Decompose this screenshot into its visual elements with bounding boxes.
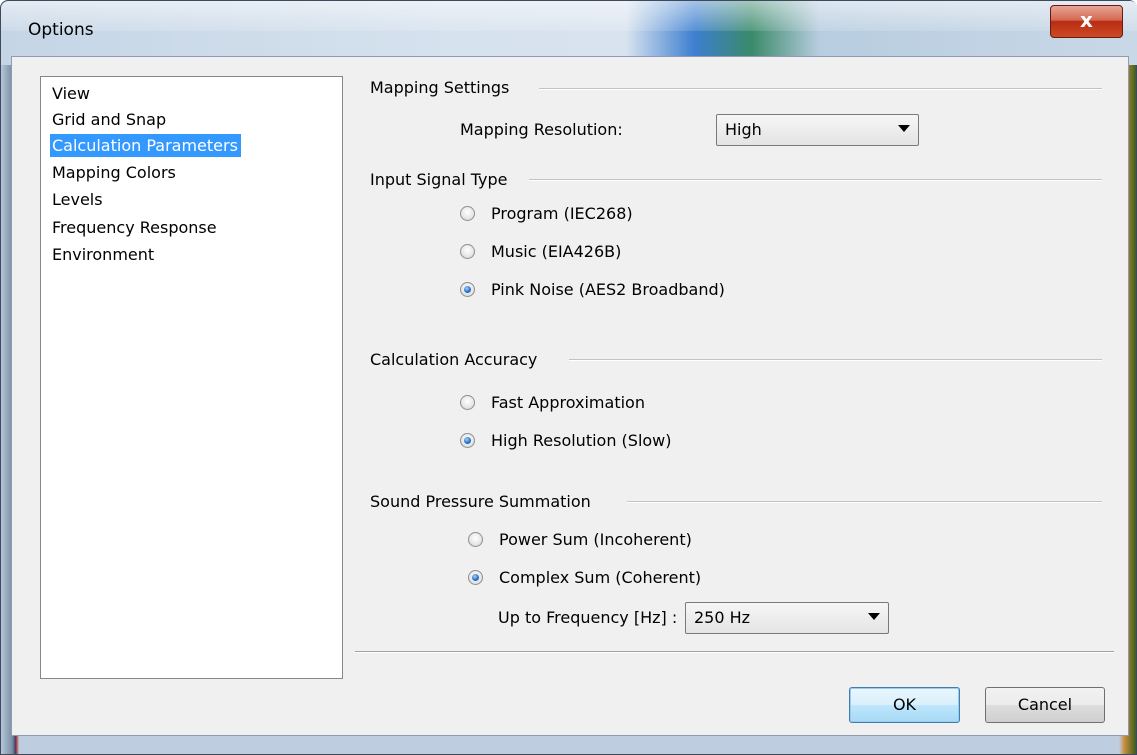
frequency-limit-label: Up to Frequency [Hz] : — [498, 608, 678, 627]
mapping-resolution-label: Mapping Resolution: — [460, 120, 623, 139]
content-bottom-divider — [355, 651, 1114, 653]
radio-label: High Resolution (Slow) — [491, 431, 672, 450]
sound-pressure-summation-divider — [627, 501, 1102, 503]
category-item-frequency-response[interactable]: Frequency Response — [50, 216, 220, 239]
chevron-down-icon — [868, 613, 880, 620]
calculation-accuracy-divider — [569, 359, 1102, 361]
radio-label: Fast Approximation — [491, 393, 645, 412]
input-signal-divider — [529, 179, 1102, 181]
calculation-accuracy-title: Calculation Accuracy — [370, 350, 538, 369]
radio-button-icon — [460, 244, 475, 259]
radio-label: Music (EIA426B) — [491, 242, 622, 261]
category-item-mapping-colors[interactable]: Mapping Colors — [50, 161, 179, 184]
radio-button-selected-icon — [460, 433, 475, 448]
close-icon: x — [1080, 8, 1093, 32]
sound-pressure-summation-title: Sound Pressure Summation — [370, 492, 591, 511]
radio-button-icon — [468, 532, 483, 547]
radio-button-selected-icon — [468, 570, 483, 585]
close-button[interactable]: x — [1050, 5, 1123, 38]
radio-label: Complex Sum (Coherent) — [499, 568, 702, 587]
frequency-limit-value: 250 Hz — [694, 608, 751, 627]
category-item-calculation-parameters[interactable]: Calculation Parameters — [50, 134, 241, 157]
mapping-settings-divider — [539, 88, 1102, 90]
radio-label: Power Sum (Incoherent) — [499, 530, 692, 549]
radio-button-icon — [460, 395, 475, 410]
cancel-button[interactable]: Cancel — [985, 687, 1105, 723]
window-title: Options — [28, 20, 94, 40]
category-item-environment[interactable]: Environment — [50, 243, 157, 266]
category-item-view[interactable]: View — [50, 82, 93, 105]
chevron-down-icon — [898, 125, 910, 132]
category-item-grid-and-snap[interactable]: Grid and Snap — [50, 108, 169, 131]
radio-button-icon — [460, 206, 475, 221]
mapping-resolution-select[interactable]: High — [716, 114, 919, 146]
dialog-client-area: View Grid and Snap Calculation Parameter… — [11, 56, 1129, 736]
radio-label: Pink Noise (AES2 Broadband) — [491, 280, 725, 299]
category-list[interactable]: View Grid and Snap Calculation Parameter… — [40, 76, 343, 679]
radio-label: Program (IEC268) — [491, 204, 633, 223]
ok-button[interactable]: OK — [849, 687, 960, 723]
mapping-resolution-value: High — [725, 120, 762, 139]
options-window: Options x View Grid and Snap Calculation… — [0, 0, 1137, 755]
category-item-levels[interactable]: Levels — [50, 188, 106, 211]
mapping-settings-title: Mapping Settings — [370, 78, 510, 97]
frequency-limit-select[interactable]: 250 Hz — [685, 602, 889, 634]
radio-button-selected-icon — [460, 282, 475, 297]
title-bar-highlight — [1, 1, 1137, 31]
input-signal-title: Input Signal Type — [370, 170, 508, 189]
